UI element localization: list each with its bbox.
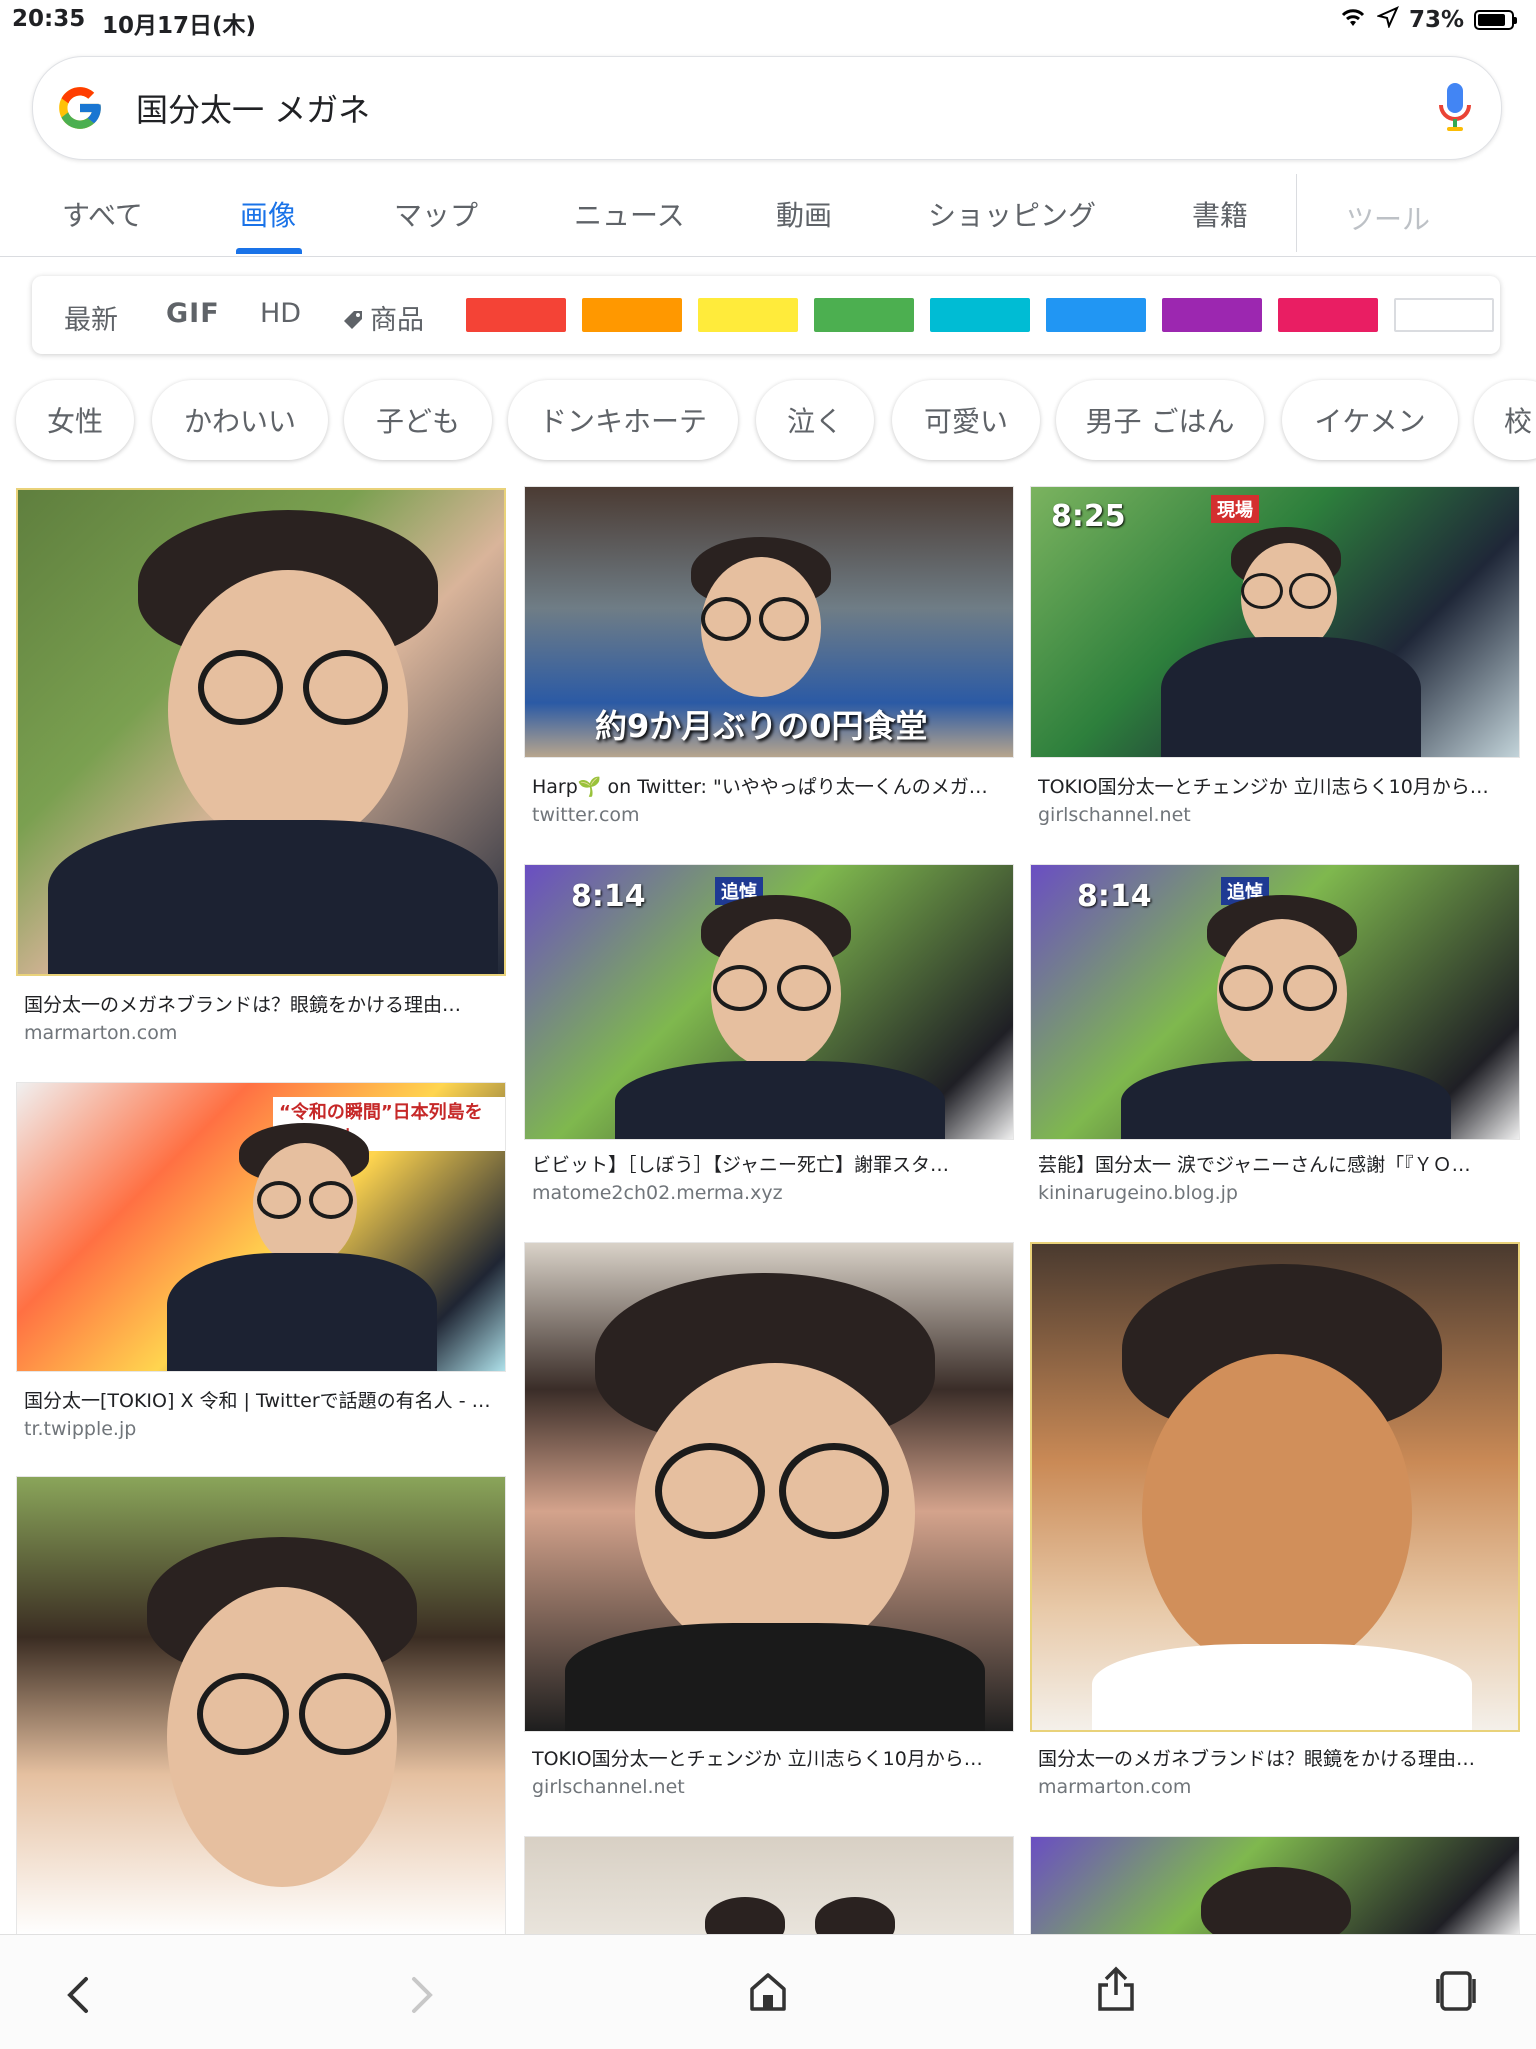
result-caption[interactable]: 国分太一[TOKIO] X 令和 | Twitterで話題の有名人 - … xyxy=(24,1386,496,1413)
tab-news[interactable]: ニュース xyxy=(574,194,685,234)
battery-icon xyxy=(1474,10,1517,30)
chip[interactable]: イケメン xyxy=(1282,380,1458,460)
result-caption[interactable]: 芸能】国分太一 涙でジャニーさんに感謝「『ＹＯ… xyxy=(1038,1150,1510,1177)
result-image-10[interactable] xyxy=(524,1836,1014,1936)
microphone-icon[interactable] xyxy=(1437,81,1473,139)
image-overlay-text: 約9か月ぶりの0円食堂 xyxy=(595,707,928,745)
result-source: twitter.com xyxy=(532,804,640,826)
chip[interactable]: かわいい xyxy=(152,380,328,460)
location-icon xyxy=(1375,6,1399,34)
image-overlay-text: 8:14 xyxy=(1077,879,1152,914)
chip[interactable]: 男子 ごはん xyxy=(1056,380,1264,460)
color-purple-swatch[interactable] xyxy=(1162,298,1262,332)
news-banner: 現場 xyxy=(1211,495,1259,523)
result-image-11[interactable] xyxy=(1030,1836,1520,1936)
result-image-8[interactable] xyxy=(1030,1242,1520,1732)
result-image-3[interactable]: 8:25 現場 xyxy=(1030,486,1520,758)
result-source: tr.twipple.jp xyxy=(24,1418,137,1440)
chip[interactable]: 校 xyxy=(1474,380,1536,460)
share-icon[interactable] xyxy=(1096,1965,1136,2017)
color-pink-swatch[interactable] xyxy=(1278,298,1378,332)
search-query[interactable]: 国分太一 メガネ xyxy=(136,85,370,131)
active-tab-indicator xyxy=(236,248,302,254)
chip[interactable]: 泣く xyxy=(756,380,874,460)
tabs-icon[interactable] xyxy=(1434,1969,1478,2017)
browser-toolbar xyxy=(0,1934,1536,2049)
result-source: marmarton.com xyxy=(1038,1776,1192,1798)
tab-divider xyxy=(1296,174,1297,252)
home-icon[interactable] xyxy=(748,1971,788,2017)
filter-hd[interactable]: HD xyxy=(260,298,301,329)
filter-recent[interactable]: 最新 xyxy=(64,298,118,337)
color-orange-swatch[interactable] xyxy=(582,298,682,332)
result-caption[interactable]: 国分太一のメガネブランドは？眼鏡をかける理由… xyxy=(1038,1744,1510,1771)
filter-gif[interactable]: GIF xyxy=(166,298,220,329)
status-date: 10月17日(木) xyxy=(102,13,257,39)
result-image-6[interactable]: “令和の瞬間”日本列島を総力取材 xyxy=(16,1082,506,1372)
status-time: 20:35 xyxy=(12,6,86,32)
color-blue-swatch[interactable] xyxy=(1046,298,1146,332)
chip[interactable]: 可愛い xyxy=(892,380,1040,460)
filter-products-label: 商品 xyxy=(370,305,424,336)
tab-tools[interactable]: ツール xyxy=(1346,198,1430,238)
tab-images[interactable]: 画像 xyxy=(240,194,296,234)
color-white-swatch[interactable] xyxy=(1394,298,1494,332)
result-caption[interactable]: TOKIO国分太一とチェンジか 立川志らく10月から… xyxy=(1038,772,1510,799)
result-source: girlschannel.net xyxy=(532,1776,685,1798)
google-logo-icon xyxy=(55,83,105,137)
chip[interactable]: 女性 xyxy=(16,380,134,460)
result-caption[interactable]: ビビット】［しぼう］【ジャニー死亡】謝罪スタ… xyxy=(532,1150,1004,1177)
search-bar[interactable]: 国分太一 メガネ xyxy=(32,56,1502,160)
tag-icon xyxy=(342,307,364,329)
wifi-icon xyxy=(1339,6,1367,34)
result-caption[interactable]: Harp🌱 on Twitter: "いややっぱり太一くんのメガ… xyxy=(532,772,1004,799)
image-overlay-text: 8:25 xyxy=(1051,499,1126,534)
result-source: kininarugeino.blog.jp xyxy=(1038,1182,1238,1204)
tab-books[interactable]: 書籍 xyxy=(1192,194,1248,234)
color-teal-swatch[interactable] xyxy=(930,298,1030,332)
chip[interactable]: ドンキホーテ xyxy=(508,380,738,460)
result-image-5[interactable]: 8:14 追悼 xyxy=(1030,864,1520,1140)
color-green-swatch[interactable] xyxy=(814,298,914,332)
back-icon[interactable] xyxy=(66,1975,90,2019)
filter-products[interactable]: 商品 xyxy=(342,298,424,337)
result-image-1[interactable] xyxy=(16,488,506,976)
result-source: girlschannel.net xyxy=(1038,804,1191,826)
status-right: 73% xyxy=(1339,6,1517,34)
result-caption[interactable]: 国分太一のメガネブランドは？眼鏡をかける理由… xyxy=(24,990,496,1017)
tab-videos[interactable]: 動画 xyxy=(776,194,832,234)
battery-percent: 73% xyxy=(1408,7,1464,33)
forward-icon[interactable] xyxy=(410,1975,434,2019)
result-source: marmarton.com xyxy=(24,1022,178,1044)
chip[interactable]: 子ども xyxy=(344,380,492,460)
result-source: matome2ch02.merma.xyz xyxy=(532,1182,783,1204)
color-red-swatch[interactable] xyxy=(466,298,566,332)
tab-shopping[interactable]: ショッピング xyxy=(928,194,1096,234)
result-caption[interactable]: TOKIO国分太一とチェンジか 立川志らく10月から… xyxy=(532,1744,1004,1771)
color-yellow-swatch[interactable] xyxy=(698,298,798,332)
status-bar: 20:35 10月17日(木) 73% xyxy=(0,0,1536,40)
image-overlay-text: 8:14 xyxy=(571,879,646,914)
tab-maps[interactable]: マップ xyxy=(394,194,478,234)
result-image-2[interactable]: 約9か月ぶりの0円食堂 xyxy=(524,486,1014,758)
result-image-4[interactable]: 8:14 追悼 xyxy=(524,864,1014,1140)
filter-bar: 最新 GIF HD 商品 xyxy=(32,276,1500,354)
tab-all[interactable]: すべて xyxy=(62,194,143,234)
result-image-7[interactable] xyxy=(524,1242,1014,1732)
result-image-9[interactable] xyxy=(16,1476,506,1936)
search-tabs: すべて 画像 マップ ニュース 動画 ショッピング 書籍 ツール xyxy=(0,168,1536,257)
